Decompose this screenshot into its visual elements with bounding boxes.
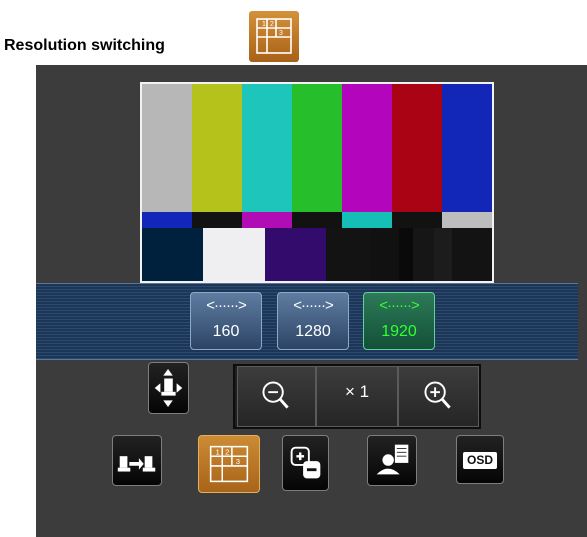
color-bar [451,228,492,281]
svg-text:2: 2 [270,21,274,28]
color-bar [442,84,492,212]
resolution-1280-button[interactable]: <······> 1280 [277,292,349,350]
osd-button[interactable]: OSD [456,435,504,484]
color-bars-top [142,84,492,212]
color-bar [192,212,242,228]
svg-text:3: 3 [279,30,283,37]
svg-text:1: 1 [262,21,266,28]
camera-panel: <······> 160 <······> 1280 <······> 1920 [36,65,587,537]
color-bar [292,212,342,228]
brightness-button[interactable] [282,435,329,491]
color-bar [264,228,326,281]
color-bar [142,212,192,228]
color-bars-middle [142,212,492,228]
brightness-icon [290,446,321,479]
preset-button[interactable] [112,435,162,486]
color-bar [413,228,435,281]
color-bar [242,84,292,212]
color-bar [371,228,400,281]
color-bar [142,228,204,281]
color-bar [142,84,192,212]
resolution-switch-icon: 1 2 3 [249,11,299,62]
resize-arrow-icon: <······> [379,297,420,314]
resolution-switch-button[interactable]: 1 2 3 [198,435,260,493]
resolution-label: 1920 [381,323,417,340]
color-bar [342,84,392,212]
preset-icon [117,456,156,472]
resolution-1920-button[interactable]: <······> 1920 [363,292,435,350]
resolution-160-button[interactable]: <······> 160 [190,292,262,350]
zoom-level-display: × 1 [316,366,398,427]
svg-text:1: 1 [215,447,219,456]
zoom-in-icon [424,381,451,409]
resolution-strip: <······> 160 <······> 1280 <······> 1920 [36,283,578,360]
resize-arrow-icon: <······> [206,297,247,314]
color-bar [392,212,442,228]
resize-arrow-icon: <······> [293,297,334,314]
camera-control-icon [376,444,409,475]
color-bar [442,212,492,228]
resolution-label: 1280 [295,323,331,340]
zoom-in-button[interactable] [398,366,479,427]
camera-control-button[interactable] [367,435,417,486]
zoom-level: × 1 [344,382,370,401]
resolution-switch-icon: 1 2 3 [209,445,249,483]
pan-tilt-button[interactable] [148,362,189,414]
pan-tilt-icon [154,368,183,408]
zoom-out-button[interactable] [237,366,316,427]
color-bar [434,228,452,281]
svg-text:2: 2 [225,447,229,456]
color-bar [203,228,265,281]
color-bars-bottom [142,228,492,281]
color-bar [242,212,292,228]
osd-label: OSD [463,452,497,469]
color-bar [192,84,242,212]
page-title: Resolution switching [4,37,165,54]
color-bar [392,84,442,212]
color-bar [292,84,342,212]
zoom-control: × 1 [233,364,481,429]
zoom-out-icon [262,381,289,409]
live-video-view [140,82,494,283]
svg-text:3: 3 [236,457,240,466]
color-bar [399,228,414,281]
page-heading: Resolution switching 1 2 3 [4,0,324,64]
color-bar [325,228,372,281]
color-bar [342,212,392,228]
resolution-label: 160 [212,323,240,340]
